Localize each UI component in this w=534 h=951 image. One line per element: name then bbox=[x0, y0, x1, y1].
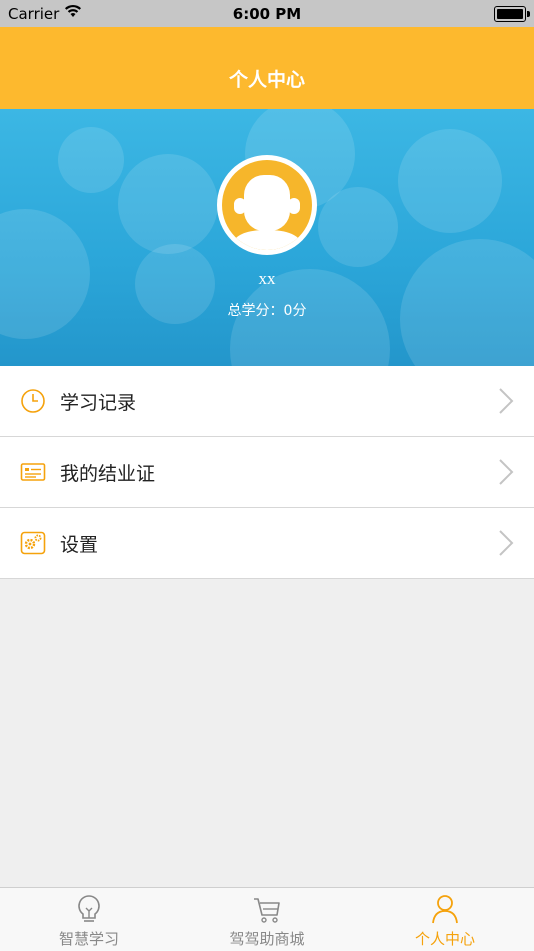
cart-icon bbox=[254, 898, 280, 923]
clock-icon bbox=[21, 389, 45, 413]
avatar[interactable] bbox=[217, 155, 317, 255]
page-title: 个人中心 bbox=[228, 69, 305, 91]
chevron-right-icon bbox=[499, 459, 514, 485]
status-bar: Carrier 6:00 PM bbox=[0, 0, 534, 27]
chevron-right-icon bbox=[499, 530, 514, 556]
menu-item-study-record[interactable]: 学习记录 bbox=[0, 366, 534, 437]
menu-item-label: 我的结业证 bbox=[60, 463, 156, 485]
tab-personal-center[interactable]: 个人中心 bbox=[356, 888, 534, 951]
menu-item-label: 设置 bbox=[60, 534, 99, 556]
tab-label: 智慧学习 bbox=[58, 930, 119, 948]
menu-item-label: 学习记录 bbox=[60, 392, 137, 414]
tab-label: 驾驾助商城 bbox=[229, 930, 305, 948]
username: xx bbox=[258, 269, 276, 288]
lightbulb-icon bbox=[78, 895, 100, 922]
settings-icon bbox=[20, 531, 46, 555]
person-icon bbox=[432, 895, 458, 924]
menu-item-certificate[interactable]: 我的结业证 bbox=[0, 437, 534, 508]
user-silhouette-icon bbox=[230, 175, 304, 250]
tab-smart-learning[interactable]: 智慧学习 bbox=[0, 888, 178, 951]
certificate-icon bbox=[20, 463, 46, 481]
menu-item-settings[interactable]: 设置 bbox=[0, 508, 534, 579]
menu-list: 学习记录 我的结业证 设置 bbox=[0, 366, 534, 579]
clock-time: 6:00 PM bbox=[232, 5, 302, 23]
tab-bar: 智慧学习 驾驾助商城 个人中心 bbox=[0, 887, 534, 951]
battery-icon bbox=[494, 6, 530, 22]
profile-header: xx 总学分：0分 bbox=[0, 109, 534, 366]
tab-mall[interactable]: 驾驾助商城 bbox=[178, 888, 356, 951]
navigation-bar: 个人中心 bbox=[0, 27, 534, 109]
chevron-right-icon bbox=[499, 388, 514, 414]
tab-label: 个人中心 bbox=[414, 930, 475, 948]
total-credits: 总学分：0分 bbox=[227, 303, 307, 319]
